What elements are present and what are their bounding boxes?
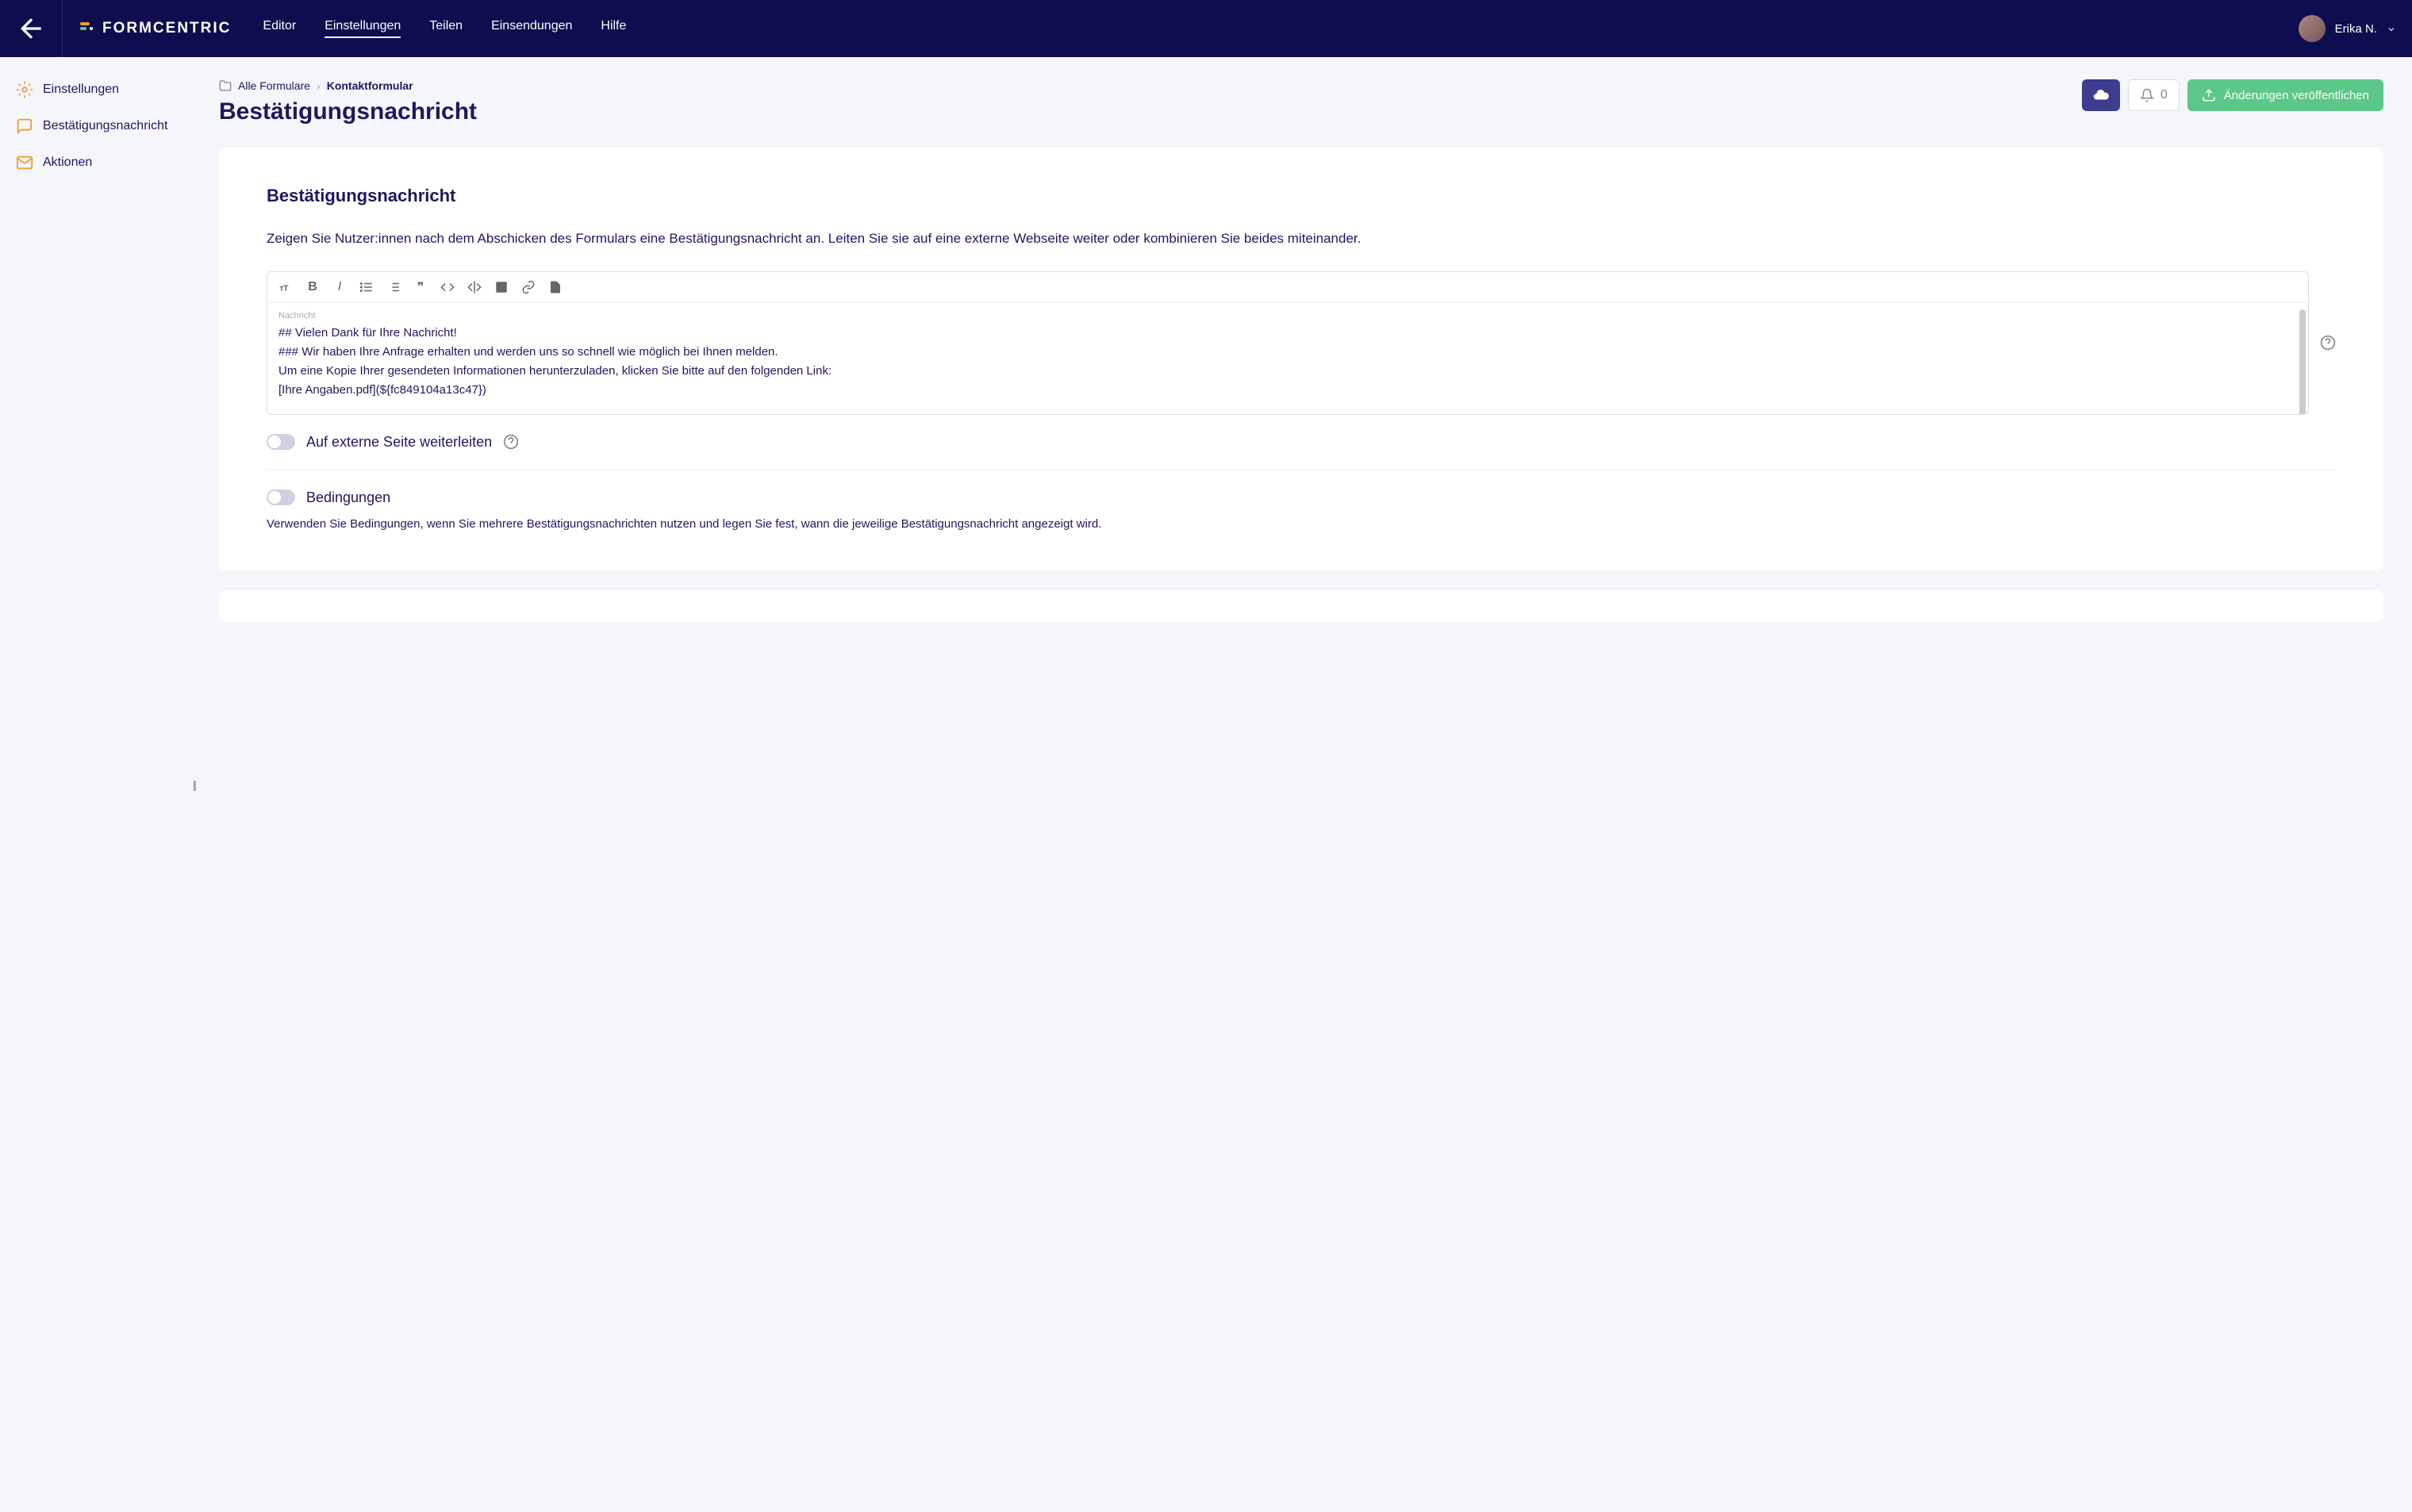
image-icon[interactable] <box>494 280 509 294</box>
upload-icon <box>2202 88 2216 102</box>
sidebar-label: Aktionen <box>43 155 92 170</box>
folder-icon <box>219 79 232 92</box>
divider <box>62 0 63 57</box>
back-button[interactable] <box>16 13 48 44</box>
chevron-down-icon <box>2387 24 2396 33</box>
nav: Editor Einstellungen Teilen Einsendungen… <box>263 19 626 38</box>
user-menu[interactable]: Erika N. <box>2299 15 2396 42</box>
scrollbar[interactable] <box>2299 309 2306 415</box>
message-icon <box>16 117 33 135</box>
breadcrumb-current: Kontaktformular <box>327 79 413 92</box>
save-cloud-button[interactable] <box>2082 79 2120 111</box>
user-name: Erika N. <box>2335 22 2377 36</box>
help-icon[interactable] <box>2320 335 2336 351</box>
code-icon[interactable] <box>440 280 455 294</box>
sidebar-item-bestaetigungsnachricht[interactable]: Bestätigungsnachricht <box>0 108 190 144</box>
sidebar-resize-handle[interactable]: || <box>193 778 195 791</box>
editor-text: ## Vielen Dank für Ihre Nachricht! ### W… <box>278 324 2297 400</box>
sidebar: Einstellungen Bestätigungsnachricht Akti… <box>0 57 190 1512</box>
nav-teilen[interactable]: Teilen <box>429 19 463 38</box>
conditions-description: Verwenden Sie Bedingungen, wenn Sie mehr… <box>267 516 2336 534</box>
conditions-toggle[interactable] <box>267 489 295 505</box>
link-icon[interactable] <box>521 280 536 294</box>
logo-text: FORMCENTRIC <box>102 20 231 37</box>
logo-icon <box>77 19 96 38</box>
breadcrumb-root[interactable]: Alle Formulare <box>238 79 310 92</box>
editor-toolbar: τT B I ❞ <box>267 272 2308 303</box>
main-content: Alle Formulare › Kontaktformular Bestäti… <box>190 57 2412 1512</box>
heading-icon[interactable]: τT <box>278 280 293 294</box>
card-description: Zeigen Sie Nutzer:innen nach dem Abschic… <box>267 228 2336 249</box>
editor-textarea[interactable]: Nachricht ## Vielen Dank für Ihre Nachri… <box>267 303 2308 414</box>
help-icon[interactable] <box>503 434 519 450</box>
pdf-icon[interactable] <box>548 280 563 294</box>
notification-count: 0 <box>2160 88 2168 102</box>
nav-editor[interactable]: Editor <box>263 19 296 38</box>
publish-button[interactable]: Änderungen veröffentlichen <box>2187 79 2383 111</box>
svg-text:τT: τT <box>280 283 290 293</box>
nav-einstellungen[interactable]: Einstellungen <box>325 19 401 38</box>
notification-button[interactable]: 0 <box>2128 79 2180 111</box>
numbered-list-icon[interactable] <box>386 280 401 294</box>
italic-icon[interactable]: I <box>332 280 347 294</box>
card-title: Bestätigungsnachricht <box>267 186 2336 206</box>
message-editor: τT B I ❞ Nach <box>267 271 2309 415</box>
sidebar-label: Einstellungen <box>43 83 119 97</box>
sidebar-label: Bestätigungsnachricht <box>43 119 167 133</box>
conditions-label: Bedingungen <box>306 489 390 506</box>
cloud-icon <box>2092 86 2110 104</box>
nav-hilfe[interactable]: Hilfe <box>601 19 626 38</box>
page-title: Bestätigungsnachricht <box>219 98 477 125</box>
sidebar-item-einstellungen[interactable]: Einstellungen <box>0 71 190 108</box>
bold-icon[interactable]: B <box>305 280 320 294</box>
logo: FORMCENTRIC <box>77 19 231 38</box>
chevron-right-icon: › <box>317 79 321 92</box>
redirect-label: Auf externe Seite weiterleiten <box>306 434 492 451</box>
next-card <box>219 590 2383 622</box>
breadcrumb: Alle Formulare › Kontaktformular <box>219 79 477 92</box>
redirect-toggle[interactable] <box>267 434 295 450</box>
mail-icon <box>16 154 33 171</box>
header: FORMCENTRIC Editor Einstellungen Teilen … <box>0 0 2412 57</box>
codeblock-icon[interactable] <box>467 280 482 294</box>
nav-einsendungen[interactable]: Einsendungen <box>491 19 572 38</box>
bullet-list-icon[interactable] <box>359 280 374 294</box>
publish-label: Änderungen veröffentlichen <box>2224 89 2369 102</box>
sidebar-item-aktionen[interactable]: Aktionen <box>0 144 190 181</box>
bell-icon <box>2140 88 2154 102</box>
avatar <box>2299 15 2326 42</box>
quote-icon[interactable]: ❞ <box>413 280 428 294</box>
confirmation-card: Bestätigungsnachricht Zeigen Sie Nutzer:… <box>219 148 2383 571</box>
gear-icon <box>16 81 33 98</box>
editor-label: Nachricht <box>278 311 2297 320</box>
